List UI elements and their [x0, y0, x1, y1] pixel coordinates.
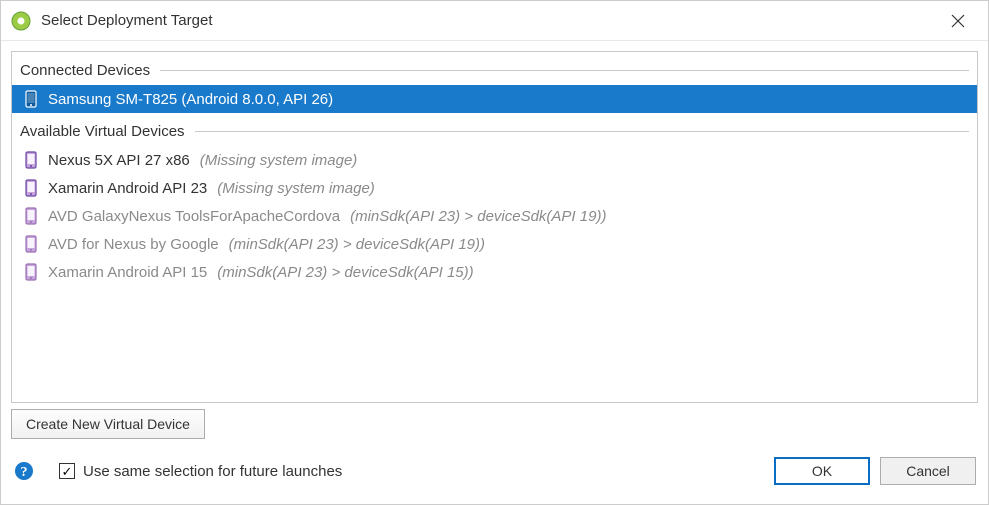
close-icon — [951, 14, 965, 28]
device-row[interactable]: AVD for Nexus by Google (minSdk(API 23) … — [12, 230, 977, 258]
device-note: (minSdk(API 23) > deviceSdk(API 19)) — [229, 236, 485, 253]
phone-icon — [25, 179, 37, 197]
titlebar: Select Deployment Target — [1, 1, 988, 41]
svg-text:?: ? — [21, 465, 28, 480]
device-row[interactable]: Xamarin Android API 23 (Missing system i… — [12, 174, 977, 202]
window-title: Select Deployment Target — [41, 12, 212, 29]
checkbox-icon: ✓ — [59, 463, 75, 479]
close-button[interactable] — [940, 7, 976, 35]
device-row[interactable]: Nexus 5X API 27 x86 (Missing system imag… — [12, 146, 977, 174]
device-name: AVD for Nexus by Google — [48, 236, 219, 253]
phone-icon — [25, 263, 37, 281]
device-name: Samsung SM-T825 (Android 8.0.0, API 26) — [48, 91, 333, 108]
cancel-button[interactable]: Cancel — [880, 457, 976, 485]
device-list-frame: Connected Devices Samsung SM-T825 (Andro… — [11, 51, 978, 403]
create-new-virtual-device-button[interactable]: Create New Virtual Device — [11, 409, 205, 439]
available-devices-header: Available Virtual Devices — [12, 113, 977, 146]
device-name: Xamarin Android API 23 — [48, 180, 207, 197]
separator — [160, 70, 969, 71]
device-note: (minSdk(API 23) > deviceSdk(API 15)) — [217, 264, 473, 281]
device-name: AVD GalaxyNexus ToolsForApacheCordova — [48, 208, 340, 225]
checkbox-label: Use same selection for future launches — [83, 463, 342, 480]
phone-icon — [25, 90, 37, 108]
phone-icon — [25, 235, 37, 253]
available-devices-label: Available Virtual Devices — [20, 123, 185, 140]
device-row[interactable]: AVD GalaxyNexus ToolsForApacheCordova (m… — [12, 202, 977, 230]
device-note: (minSdk(API 23) > deviceSdk(API 19)) — [350, 208, 606, 225]
device-row[interactable]: Samsung SM-T825 (Android 8.0.0, API 26) — [12, 85, 977, 113]
phone-icon — [25, 151, 37, 169]
use-same-selection-checkbox[interactable]: ✓ Use same selection for future launches — [59, 463, 342, 480]
connected-devices-label: Connected Devices — [20, 62, 150, 79]
help-icon[interactable]: ? — [13, 460, 35, 482]
phone-icon — [25, 207, 37, 225]
device-row[interactable]: Xamarin Android API 15 (minSdk(API 23) >… — [12, 258, 977, 286]
app-icon — [11, 11, 31, 31]
device-note: (Missing system image) — [217, 180, 375, 197]
ok-button[interactable]: OK — [774, 457, 870, 485]
device-name: Nexus 5X API 27 x86 — [48, 152, 190, 169]
separator — [195, 131, 969, 132]
device-name: Xamarin Android API 15 — [48, 264, 207, 281]
device-note: (Missing system image) — [200, 152, 358, 169]
connected-devices-header: Connected Devices — [12, 52, 977, 85]
